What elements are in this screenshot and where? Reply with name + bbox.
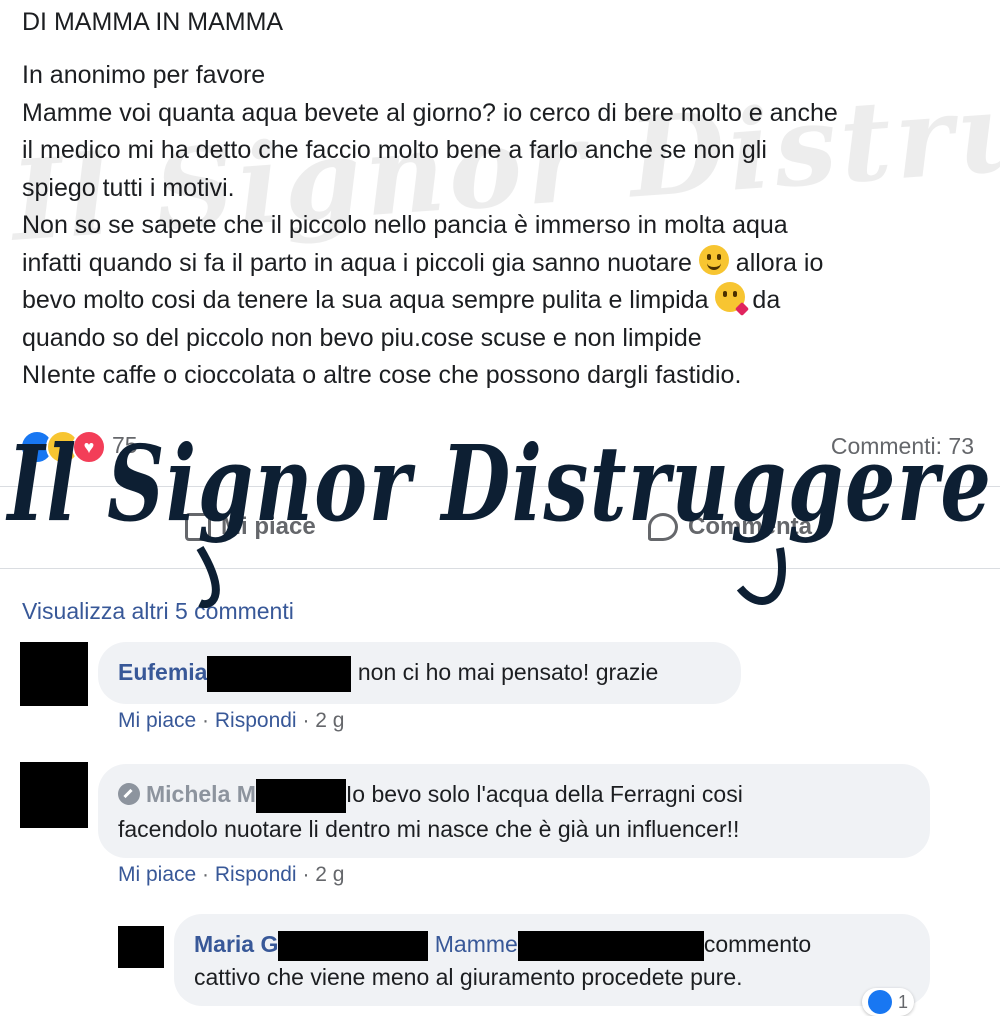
checkmark-badge-icon — [118, 783, 140, 805]
group-name[interactable]: DI MAMMA IN MAMMA — [22, 8, 283, 37]
comment-timestamp[interactable]: 2 g — [315, 863, 344, 886]
post-line-part: allora io — [735, 248, 824, 277]
like-button[interactable]: Mi piace — [185, 513, 316, 541]
comment-actions: Mi piace · Rispondi · 2 g — [118, 709, 344, 733]
post-line: Non so se sapete che il piccolo nello pa… — [22, 211, 788, 239]
comment-author[interactable]: Michela M — [146, 781, 256, 807]
post-line: NIente caffe o cioccolata o altre cose c… — [22, 361, 742, 389]
reply-text: commento — [703, 931, 812, 957]
post-line: quando so del piccolo non bevo piu.cose … — [22, 323, 702, 352]
avatar[interactable] — [20, 762, 88, 828]
post-line: il medico mi ha detto che faccio molto b… — [22, 136, 767, 164]
comment-text: Io bevo solo l'acqua della Ferragni cosi — [345, 781, 743, 807]
action-bar: Mi piace Commenta — [0, 495, 1000, 565]
separator: · — [302, 709, 316, 732]
post-line: bevo molto cosi da tenere la sua aqua se… — [22, 282, 987, 320]
comment-timestamp[interactable]: 2 g — [315, 709, 344, 732]
reply-bubble: Maria G Mamme commento cattivo che viene … — [174, 914, 930, 1006]
post-line: infatti quando si fa il parto in aqua i … — [22, 244, 987, 283]
redaction-block — [278, 930, 429, 961]
reply-text: cattivo che viene meno al giuramento pro… — [194, 963, 743, 990]
post-line-part: da — [752, 286, 781, 314]
view-more-comments-link[interactable]: Visualizza altri 5 commenti — [22, 598, 294, 625]
reply-like-badge[interactable]: 1 — [862, 988, 915, 1016]
comment-reply-link[interactable]: Rispondi — [215, 863, 297, 886]
avatar[interactable] — [118, 926, 164, 968]
divider — [0, 486, 1000, 487]
divider — [0, 568, 1000, 569]
reactions-bar[interactable]: ♥ 75 Commenti: 73 — [20, 430, 980, 464]
comment-button[interactable]: Commenta — [648, 513, 812, 541]
comments-count[interactable]: Commenti: 73 — [831, 433, 974, 460]
reply-like-count: 1 — [898, 991, 909, 1012]
reply-author[interactable]: Maria G — [194, 931, 278, 957]
redaction-block — [517, 930, 704, 961]
comment-bubble: Eufemia non ci ho mai pensato! grazie — [98, 642, 741, 704]
post-line-part: infatti quando si fa il parto in aqua i … — [22, 248, 692, 277]
post-line: Mamme voi quanta aqua bevete al giorno? … — [22, 98, 838, 127]
avatar[interactable] — [20, 642, 88, 706]
love-reaction-icon: ♥ — [72, 430, 106, 464]
reaction-count[interactable]: 75 — [112, 432, 138, 459]
comment-like-link[interactable]: Mi piace — [118, 863, 196, 886]
post-line: spiego tutti i motivi. — [22, 173, 235, 202]
post-line-part: bevo molto cosi da tenere la sua aqua se… — [22, 286, 709, 314]
post-text: In anonimo per favore Mamme voi quanta a… — [22, 57, 987, 395]
tagged-group-link[interactable]: Mamme — [435, 931, 518, 957]
like-reaction-icon — [868, 990, 892, 1014]
post-line: In anonimo per favore — [22, 61, 266, 89]
smile-emoji-icon — [698, 244, 729, 275]
comment-text: facendolo nuotare li dentro mi nasce che… — [118, 815, 740, 842]
comment-bubble: Michela M Io bevo solo l'acqua della Ferr… — [98, 764, 930, 858]
redaction-block — [207, 656, 352, 692]
separator: · — [302, 863, 316, 886]
separator: · — [202, 863, 215, 886]
comment-reply-link[interactable]: Rispondi — [215, 709, 297, 732]
redaction-block — [255, 778, 346, 813]
comment-button-label: Commenta — [688, 513, 813, 540]
thumbs-up-icon — [185, 513, 211, 541]
comment-author[interactable]: Eufemia — [118, 659, 207, 685]
like-button-label: Mi piace — [221, 513, 316, 540]
separator: · — [202, 709, 215, 732]
comment-actions: Mi piace · Rispondi · 2 g — [118, 863, 344, 887]
comment-text: non ci ho mai pensato! grazie — [357, 659, 659, 686]
kiss-emoji-icon — [715, 282, 746, 312]
comment-bubble-icon — [648, 513, 678, 541]
comment-like-link[interactable]: Mi piace — [118, 709, 196, 732]
